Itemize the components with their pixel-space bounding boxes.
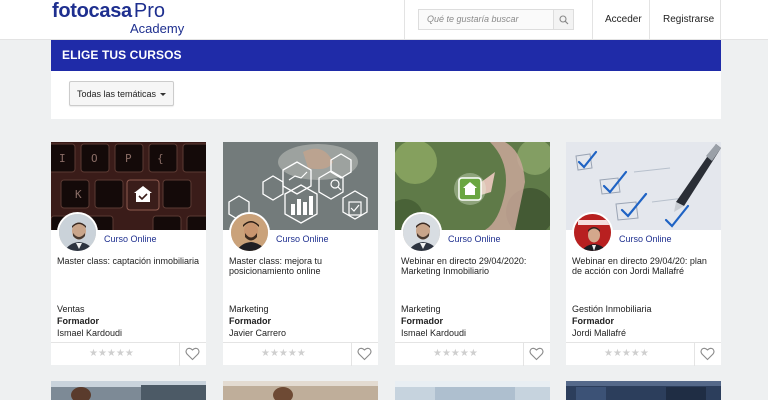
trainer-role-label: Formador	[57, 316, 100, 326]
course-topic: Marketing	[229, 304, 269, 314]
course-card-partial[interactable]	[223, 381, 378, 400]
topic-filter-label: Todas las temáticas	[77, 89, 157, 99]
footer-divider	[523, 343, 524, 366]
footer-divider	[694, 343, 695, 366]
svg-text:O: O	[91, 152, 98, 165]
heart-icon[interactable]	[529, 347, 544, 366]
register-link[interactable]: Registrarse	[663, 14, 714, 25]
caret-down-icon	[160, 93, 166, 96]
course-topic: Gestión Inmobiliaria	[572, 304, 652, 314]
top-header: fotocasa Pro Academy Qué te gustaría busc…	[0, 0, 768, 40]
course-card-partial[interactable]	[51, 381, 206, 400]
trainer-name: Jordi Mallafré	[572, 328, 627, 338]
logo-subtitle: Academy	[130, 21, 185, 36]
search-button[interactable]	[554, 9, 574, 30]
trainer-role-label: Formador	[229, 316, 272, 326]
heart-icon[interactable]	[357, 347, 372, 366]
header-divider	[404, 0, 405, 40]
course-title[interactable]: Master class: mejora tu posicionamiento …	[229, 256, 374, 276]
rating-stars: ★★★★★	[604, 348, 649, 359]
course-type-label: Curso Online	[448, 234, 501, 244]
search-icon	[558, 14, 568, 24]
heart-icon[interactable]	[700, 347, 715, 366]
trainer-avatar	[57, 212, 98, 253]
course-topic: Marketing	[401, 304, 441, 314]
card-footer: ★★★★★	[223, 342, 378, 366]
course-title[interactable]: Master class: captación inmobiliaria	[57, 256, 202, 266]
card-footer: ★★★★★	[566, 342, 721, 366]
trainer-avatar	[401, 212, 442, 253]
footer-divider	[179, 343, 180, 366]
trainer-name: Javier Carrero	[229, 328, 287, 338]
footer-divider	[351, 343, 352, 366]
trainer-avatar	[229, 212, 270, 253]
section-banner: ELIGE TUS CURSOS	[51, 40, 721, 71]
topic-filter-dropdown[interactable]: Todas las temáticas	[69, 81, 174, 106]
course-card[interactable]: I O P { K Curso Online Master class: captac…	[51, 142, 206, 366]
filter-panel: Todas las temáticas	[51, 71, 721, 119]
course-card[interactable]: Curso Online Webinar en directo 29/04/20…	[395, 142, 550, 366]
course-card-partial[interactable]	[566, 381, 721, 400]
logo-pro-text: Pro	[133, 0, 165, 22]
svg-text:{: {	[157, 152, 164, 165]
svg-text:P: P	[125, 152, 132, 165]
rating-stars: ★★★★★	[89, 348, 134, 359]
rating-stars: ★★★★★	[433, 348, 478, 359]
course-title[interactable]: Webinar en directo 29/04/2020: Marketing…	[401, 256, 546, 276]
header-divider	[720, 0, 721, 40]
trainer-avatar	[572, 212, 613, 253]
course-card[interactable]: Curso Online Master class: mejora tu pos…	[223, 142, 378, 366]
trainer-role-label: Formador	[572, 316, 615, 326]
search-input[interactable]: Qué te gustaría buscar	[418, 9, 554, 30]
course-card-partial[interactable]	[395, 381, 550, 400]
course-type-label: Curso Online	[104, 234, 157, 244]
course-type-label: Curso Online	[276, 234, 329, 244]
header-divider	[649, 0, 650, 40]
course-type-label: Curso Online	[619, 234, 672, 244]
trainer-name: Ismael Kardoudi	[57, 328, 123, 338]
trainer-name: Ismael Kardoudi	[401, 328, 467, 338]
course-title[interactable]: Webinar en directo 29/04/20: plan de acc…	[572, 256, 717, 276]
course-card[interactable]: Curso Online Webinar en directo 29/04/20…	[566, 142, 721, 366]
heart-icon[interactable]	[185, 347, 200, 366]
rating-stars: ★★★★★	[261, 348, 306, 359]
card-footer: ★★★★★	[395, 342, 550, 366]
course-topic: Ventas	[57, 304, 85, 314]
svg-text:K: K	[75, 188, 82, 201]
svg-text:I: I	[59, 152, 66, 165]
card-footer: ★★★★★	[51, 342, 206, 366]
logo-main-text: fotocasa	[52, 0, 132, 22]
header-divider	[592, 0, 593, 40]
logo[interactable]: fotocasa Pro Academy	[52, 0, 184, 35]
login-link[interactable]: Acceder	[605, 14, 642, 25]
trainer-role-label: Formador	[401, 316, 444, 326]
